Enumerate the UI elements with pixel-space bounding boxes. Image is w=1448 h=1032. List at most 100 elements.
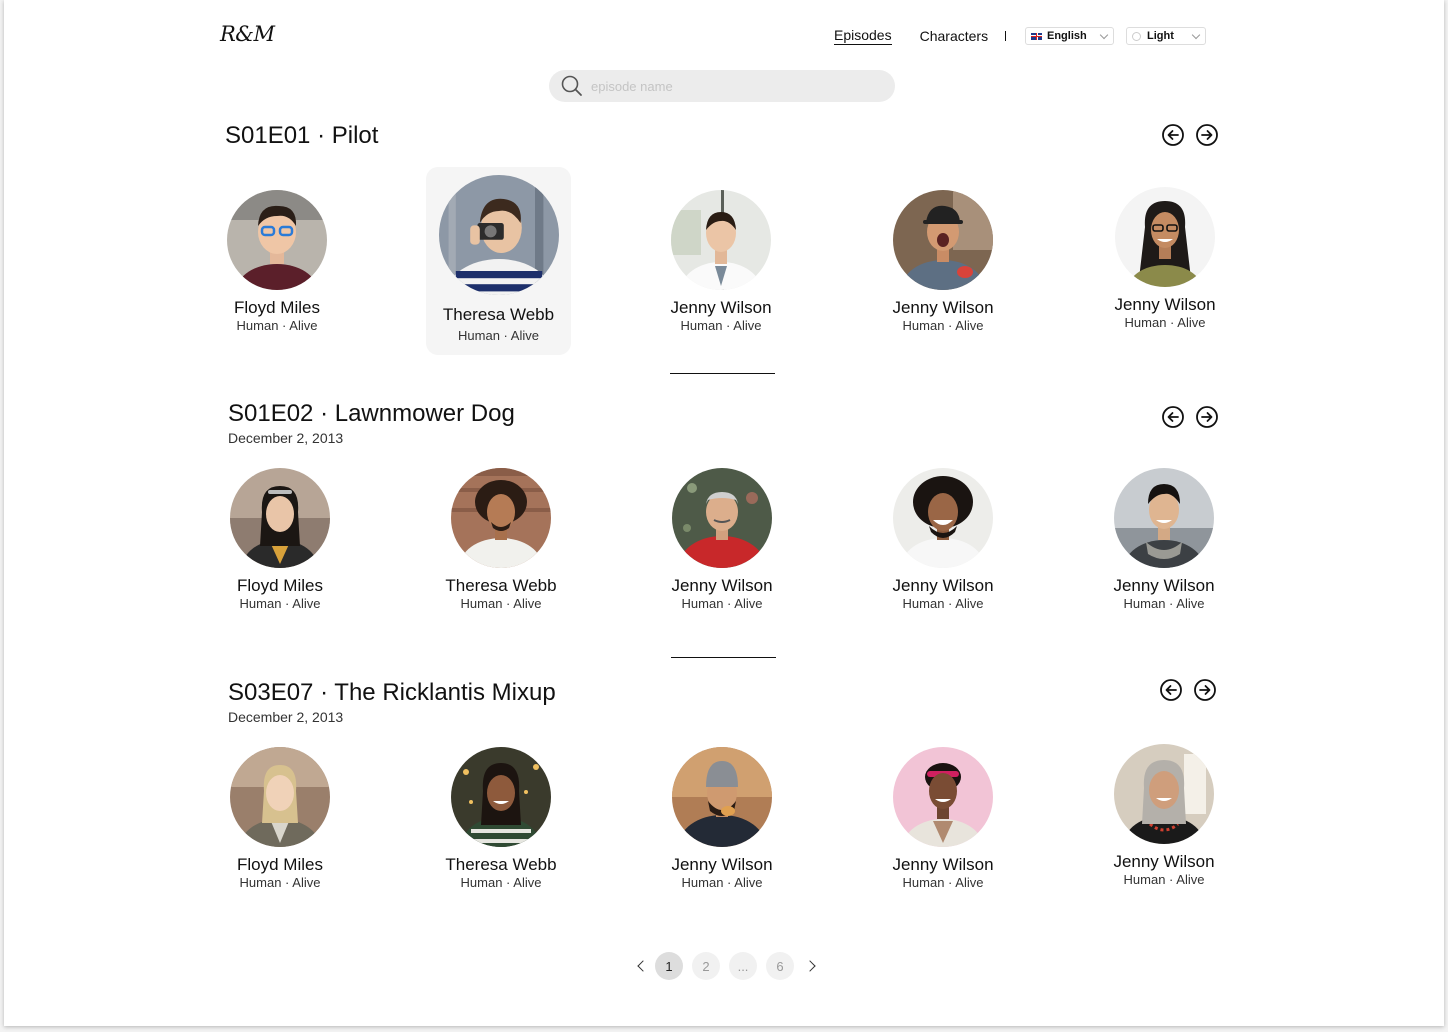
character-name: Theresa Webb [445, 855, 557, 874]
episode-title: S01E01 · Pilot [225, 122, 379, 149]
character-name: Floyd Miles [237, 576, 323, 595]
uk-flag-icon [1031, 32, 1042, 40]
episode-title: S03E07 · The Ricklantis Mixup [228, 679, 556, 706]
character-card[interactable]: Jenny Wilson Human · Alive [843, 747, 1043, 891]
arrow-right-circle-icon[interactable] [1196, 124, 1218, 146]
character-name: Jenny Wilson [1113, 576, 1215, 595]
avatar [230, 468, 330, 568]
theme-circle-icon [1132, 31, 1141, 41]
avatar [893, 190, 993, 290]
nav-divider [1005, 31, 1007, 41]
avatar [451, 747, 551, 847]
character-status: Human · Alive [902, 596, 984, 611]
character-status: Human · Alive [902, 875, 984, 890]
character-status: Human · Alive [239, 875, 321, 890]
character-name: Theresa Webb [442, 305, 555, 324]
character-status: Human · Alive [239, 596, 321, 611]
arrow-right-circle-icon[interactable] [1194, 679, 1216, 701]
character-status: Human · Alive [902, 318, 984, 333]
episode-carousel-controls [1162, 124, 1218, 146]
avatar [1114, 468, 1214, 568]
language-value: English [1047, 30, 1087, 42]
chevron-down-icon [1191, 30, 1201, 40]
character-card[interactable]: Jenny Wilson Human · Alive [1065, 187, 1265, 331]
character-status: Human · Alive [458, 328, 539, 343]
page-2[interactable]: 2 [692, 952, 720, 980]
character-name: Floyd Miles [234, 298, 320, 317]
avatar [671, 190, 771, 290]
episode-carousel-controls [1160, 679, 1216, 701]
avatar [672, 468, 772, 568]
episode-carousel-controls [1162, 406, 1218, 428]
character-card[interactable]: Floyd Miles Human · Alive [180, 468, 380, 612]
main-nav: Episodes Characters [834, 27, 1007, 45]
pagination: 1 2 ... 6 [634, 952, 819, 980]
character-card[interactable]: Theresa Webb Human · Alive [401, 747, 601, 891]
search-icon [561, 75, 582, 96]
character-name: Jenny Wilson [671, 576, 773, 595]
app-window: R&M Episodes Characters English Light S0… [4, 0, 1444, 1026]
page-ellipsis: ... [729, 952, 757, 980]
section-divider [671, 657, 776, 658]
character-status: Human · Alive [1123, 872, 1205, 887]
character-status: Human · Alive [680, 318, 762, 333]
character-card[interactable]: Jenny Wilson Human · Alive [843, 468, 1043, 612]
character-status: Human · Alive [460, 596, 542, 611]
character-name: Jenny Wilson [671, 855, 773, 874]
language-select[interactable]: English [1025, 27, 1114, 45]
chevron-left-icon[interactable] [634, 952, 649, 980]
character-name: Jenny Wilson [892, 576, 994, 595]
character-card[interactable]: Jenny Wilson Human · Alive [621, 190, 821, 334]
character-status: Human · Alive [1124, 315, 1206, 330]
chevron-right-icon[interactable] [804, 952, 819, 980]
character-name: Floyd Miles [237, 855, 323, 874]
character-card-selected[interactable]: Theresa Webb Human · Alive [426, 167, 571, 355]
character-status: Human · Alive [460, 875, 542, 890]
character-status: Human · Alive [681, 596, 763, 611]
arrow-left-circle-icon[interactable] [1162, 406, 1184, 428]
search-bar [549, 70, 895, 102]
avatar [230, 747, 330, 847]
avatar [893, 747, 993, 847]
nav-characters[interactable]: Characters [920, 28, 988, 45]
character-card[interactable]: Jenny Wilson Human · Alive [622, 468, 822, 612]
section-divider [670, 373, 775, 374]
avatar [893, 468, 993, 568]
character-status: Human · Alive [236, 318, 318, 333]
character-card[interactable]: Jenny Wilson Human · Alive [1064, 468, 1264, 612]
avatar [438, 175, 559, 295]
search-input[interactable] [591, 78, 871, 94]
episode-air-date: December 2, 2013 [228, 430, 344, 446]
avatar [451, 468, 551, 568]
character-card[interactable]: Jenny Wilson Human · Alive [622, 747, 822, 891]
page-1[interactable]: 1 [655, 952, 683, 980]
page-6[interactable]: 6 [766, 952, 794, 980]
character-status: Human · Alive [681, 875, 763, 890]
chevron-down-icon [1099, 30, 1109, 40]
arrow-left-circle-icon[interactable] [1160, 679, 1182, 701]
nav-episodes[interactable]: Episodes [834, 27, 892, 45]
arrow-left-circle-icon[interactable] [1162, 124, 1184, 146]
character-name: Jenny Wilson [670, 298, 772, 317]
avatar [227, 190, 327, 290]
theme-value: Light [1147, 30, 1174, 42]
character-name: Theresa Webb [445, 576, 557, 595]
avatar [1115, 187, 1215, 287]
theme-select[interactable]: Light [1126, 27, 1206, 45]
character-card[interactable]: Floyd Miles Human · Alive [177, 190, 377, 334]
avatar [1114, 744, 1214, 844]
character-card[interactable]: Jenny Wilson Human · Alive [1064, 744, 1264, 888]
logo[interactable]: R&M [220, 22, 275, 46]
arrow-right-circle-icon[interactable] [1196, 406, 1218, 428]
episode-title: S01E02 · Lawnmower Dog [228, 400, 515, 427]
character-status: Human · Alive [1123, 596, 1205, 611]
character-card[interactable]: Jenny Wilson Human · Alive [843, 190, 1043, 334]
character-name: Jenny Wilson [892, 298, 994, 317]
character-card[interactable]: Theresa Webb Human · Alive [401, 468, 601, 612]
avatar [672, 747, 772, 847]
character-card[interactable]: Floyd Miles Human · Alive [180, 747, 380, 891]
character-name: Jenny Wilson [892, 855, 994, 874]
character-name: Jenny Wilson [1113, 852, 1215, 871]
character-name: Jenny Wilson [1114, 295, 1216, 314]
episode-air-date: December 2, 2013 [228, 709, 344, 725]
